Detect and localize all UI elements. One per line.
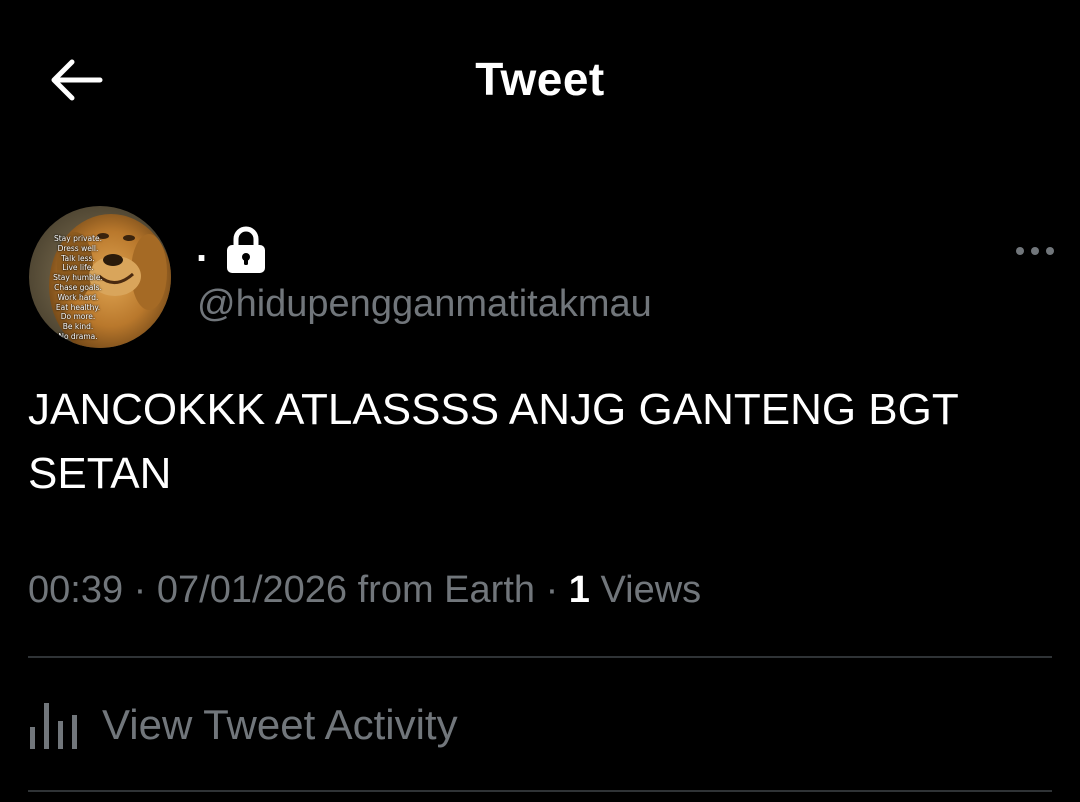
tweet-text: JANCOKKK ATLASSSS ANJG GANTENG BGT SETAN: [28, 385, 958, 498]
avatar-text: Stay private. Dress well. Talk less. Liv…: [53, 234, 103, 341]
tweet-meta: 00:39 · 07/01/2026 from Earth · 1 Views: [28, 566, 701, 614]
tweet-source: from Earth: [357, 569, 536, 611]
avatar[interactable]: Stay private. Dress well. Talk less. Liv…: [29, 206, 171, 348]
divider: [28, 656, 1052, 658]
views-label[interactable]: Views: [601, 569, 702, 611]
page-title: Tweet: [475, 53, 605, 105]
activity-label: View Tweet Activity: [102, 701, 458, 748]
tweet-date: 07/01/2026: [156, 569, 348, 611]
view-tweet-activity-button[interactable]: View Tweet Activity: [28, 690, 458, 760]
tweet-time: 00:39: [28, 569, 124, 611]
top-bar: Tweet: [0, 0, 1080, 160]
meta-separator: ·: [545, 569, 559, 611]
views-count[interactable]: 1: [569, 569, 590, 611]
more-horizontal-icon: [1016, 247, 1054, 255]
more-options-button[interactable]: [1010, 236, 1060, 266]
handle[interactable]: @hidupengganmatitakmau: [197, 280, 652, 328]
divider: [28, 790, 1052, 792]
display-name[interactable]: .: [196, 218, 207, 278]
bar-chart-icon: [30, 703, 77, 749]
meta-separator: ·: [133, 569, 147, 611]
lock-icon: [227, 226, 265, 273]
